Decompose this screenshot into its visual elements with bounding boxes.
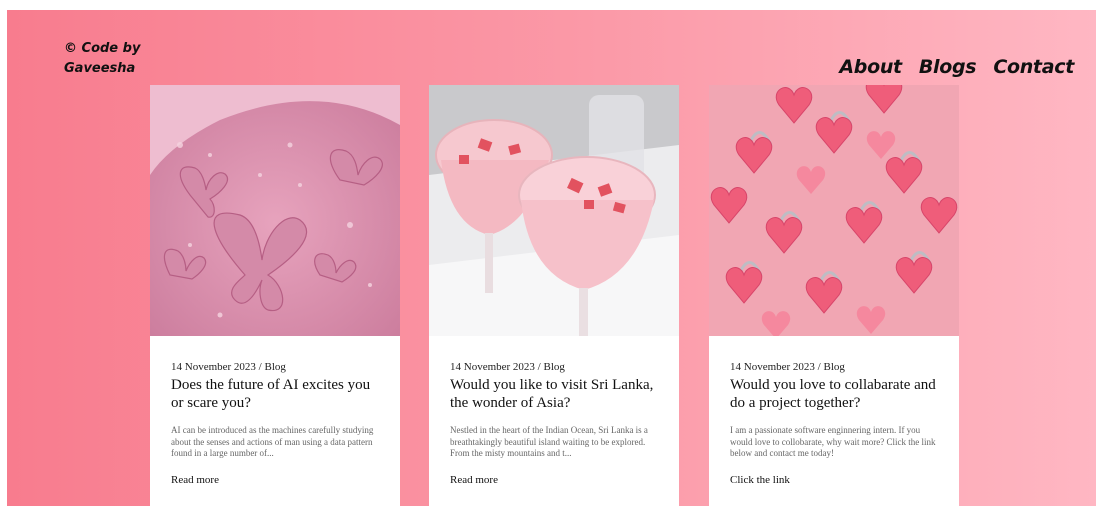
blog-card-collaborate: 14 November 2023 / Blog Would you love t… <box>709 85 959 506</box>
nav-contact[interactable]: Contact <box>993 56 1074 78</box>
card-excerpt: AI can be introduced as the machines car… <box>171 425 374 458</box>
blog-card-ai: 14 November 2023 / Blog Does the future … <box>150 85 400 506</box>
brand-line-1: © Code by <box>64 41 141 56</box>
card-image-pink-drinks <box>429 85 679 336</box>
page-background: © Code by Gaveesha About Blogs Contact 1… <box>7 10 1096 506</box>
card-title[interactable]: Would you love to collabarate and do a p… <box>730 376 939 412</box>
card-excerpt: I am a passionate software enginnering i… <box>730 425 936 458</box>
card-meta: 14 November 2023 / Blog <box>171 361 286 373</box>
main-nav: About Blogs Contact <box>839 56 1074 78</box>
click-the-link[interactable]: Click the link <box>730 474 939 486</box>
read-more-link[interactable]: Read more <box>450 474 659 486</box>
card-excerpt: Nestled in the heart of the Indian Ocean… <box>450 425 648 458</box>
read-more-link[interactable]: Read more <box>171 474 380 486</box>
card-title[interactable]: Does the future of AI excites you or sca… <box>171 376 380 412</box>
card-title[interactable]: Would you like to visit Sri Lanka, the w… <box>450 376 659 412</box>
card-image-butterfly-drink <box>150 85 400 336</box>
brand-line-2: Gaveesha <box>64 61 136 76</box>
card-image-heart-locks <box>709 85 959 336</box>
nav-blogs[interactable]: Blogs <box>919 56 977 78</box>
blog-card-sri-lanka: 14 November 2023 / Blog Would you like t… <box>429 85 679 506</box>
card-meta: 14 November 2023 / Blog <box>450 361 565 373</box>
card-meta: 14 November 2023 / Blog <box>730 361 845 373</box>
nav-about[interactable]: About <box>839 56 902 78</box>
card-body: 14 November 2023 / Blog Would you love t… <box>709 361 959 486</box>
card-body: 14 November 2023 / Blog Does the future … <box>150 361 400 486</box>
brand-logo[interactable]: © Code by Gaveesha <box>64 39 154 79</box>
card-body: 14 November 2023 / Blog Would you like t… <box>429 361 679 486</box>
